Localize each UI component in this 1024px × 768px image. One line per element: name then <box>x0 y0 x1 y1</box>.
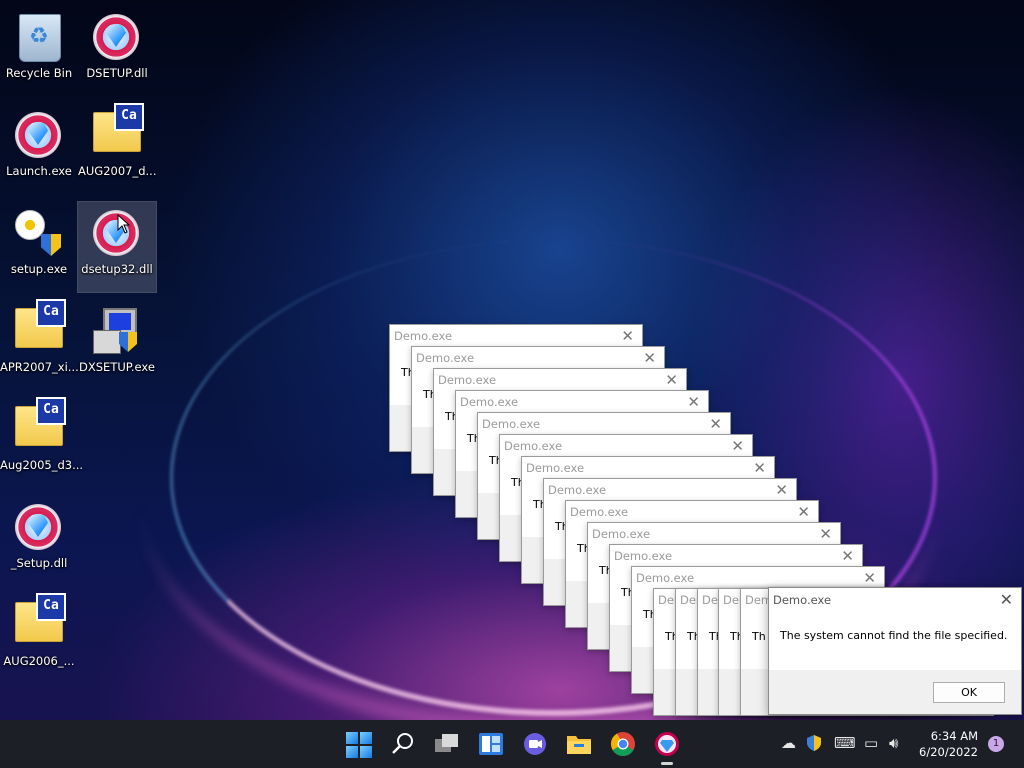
taskbar: ☁ ⌨ ▭ 🔊︎ 6:34 AM 6/20/2022 1 <box>0 720 1024 768</box>
error-dialog[interactable]: Demo.exe ✕ The system cannot find the fi… <box>768 587 1022 715</box>
clock-time: 6:34 AM <box>930 729 978 743</box>
desktop-icon-recycle-bin[interactable]: Recycle Bin <box>0 6 78 96</box>
dialog-message: The system cannot find the file specifie… <box>769 610 1021 670</box>
desktop-icon-dxsetup-exe[interactable]: DXSETUP.exe <box>78 300 156 390</box>
close-icon[interactable]: ✕ <box>643 349 656 367</box>
widgets-icon[interactable] <box>477 730 505 758</box>
desktop-icon-label: Aug2005_d3... <box>0 458 84 472</box>
folder-badge: Ca <box>114 103 144 131</box>
file-explorer-icon[interactable] <box>565 730 593 758</box>
dialog-title: Demo.exe <box>566 501 818 523</box>
network-icon[interactable]: ☁ <box>781 734 796 752</box>
dialog-title: Demo.exe <box>769 588 1021 610</box>
desktop-icon-label: Recycle Bin <box>5 66 73 80</box>
desktop-icon-launch-exe[interactable]: Launch.exe <box>0 104 78 194</box>
diamond-app-icon <box>15 504 63 552</box>
security-icon[interactable] <box>806 734 822 756</box>
task-view-icon[interactable] <box>433 730 461 758</box>
dialog-title: Demo.exe <box>390 325 642 347</box>
dialog-title: Demo.exe <box>434 369 686 391</box>
ok-button[interactable]: OK <box>933 682 1005 703</box>
desktop-icon-aug2006-folder[interactable]: Ca AUG2006_... <box>0 593 78 684</box>
close-icon[interactable]: ✕ <box>863 569 876 587</box>
desktop-icon-dsetup-dll[interactable]: DSETUP.dll <box>78 6 156 96</box>
chrome-icon[interactable] <box>609 730 637 758</box>
dialog-title: Demo.exe <box>610 545 862 567</box>
start-icon[interactable] <box>344 730 372 758</box>
clock[interactable]: 6:34 AM 6/20/2022 <box>919 728 978 760</box>
keyboard-icon[interactable]: ⌨ <box>834 734 856 752</box>
desktop-icon-aug2007-folder[interactable]: Ca AUG2007_d... <box>78 103 157 194</box>
folder-icon: Ca <box>15 593 66 650</box>
desktop-icon-apr2007-folder[interactable]: Ca APR2007_xi... <box>0 299 79 390</box>
desktop-icon-aug2005-folder[interactable]: Ca Aug2005_d3... <box>0 397 84 488</box>
clock-date: 6/20/2022 <box>919 745 978 759</box>
close-icon[interactable]: ✕ <box>665 371 678 389</box>
desktop-icon-label: AUG2007_d... <box>78 164 157 178</box>
dialog-title: Demo.exe <box>500 435 752 457</box>
dialog-title: Demo.exe <box>478 413 730 435</box>
close-icon[interactable]: ✕ <box>709 415 722 433</box>
desktop-icon-label: DXSETUP.exe <box>79 360 155 374</box>
desktop-icon-label: dsetup32.dll <box>81 262 153 276</box>
notification-badge[interactable]: 1 <box>988 736 1004 752</box>
setup-flower-icon <box>15 210 63 258</box>
volume-icon[interactable]: 🔊︎ <box>889 734 898 752</box>
computer-setup-icon <box>93 308 141 356</box>
desktop-icon-label: DSETUP.dll <box>86 66 148 80</box>
desktop-icon-setup-dll[interactable]: _Setup.dll <box>0 496 78 586</box>
close-icon[interactable]: ✕ <box>841 547 854 565</box>
desktop-icon-label: setup.exe <box>10 262 68 276</box>
dialog-title: Demo.exe <box>522 457 774 479</box>
dialog-title: Demo.exe <box>412 347 664 369</box>
display-icon[interactable]: ▭ <box>864 734 878 752</box>
close-icon[interactable]: ✕ <box>797 503 810 521</box>
dialog-title: Demo.exe <box>632 567 884 589</box>
diamond-app-icon <box>15 112 63 160</box>
folder-icon: Ca <box>93 103 144 160</box>
close-icon[interactable]: ✕ <box>775 481 788 499</box>
desktop-icon-setup-exe[interactable]: setup.exe <box>0 202 78 292</box>
diamond-app-icon <box>93 14 141 62</box>
dialog-title: Demo.exe <box>544 479 796 501</box>
folder-icon: Ca <box>15 299 66 356</box>
folder-badge: Ca <box>36 299 66 327</box>
dialog-title: Demo.exe <box>456 391 708 413</box>
chat-icon[interactable] <box>521 730 549 758</box>
close-icon[interactable]: ✕ <box>819 525 832 543</box>
close-icon[interactable]: ✕ <box>687 393 700 411</box>
folder-badge: Ca <box>36 397 66 425</box>
desktop-icon-label: _Setup.dll <box>10 556 68 570</box>
recycle-bin-icon <box>15 14 63 62</box>
close-icon[interactable]: ✕ <box>753 459 766 477</box>
desktop-icon-label: AUG2006_... <box>3 654 75 668</box>
close-icon[interactable]: ✕ <box>1000 590 1013 609</box>
desktop-icon-label: Launch.exe <box>6 164 72 178</box>
close-icon[interactable]: ✕ <box>731 437 744 455</box>
dialog-title: Demo.exe <box>588 523 840 545</box>
folder-icon: Ca <box>15 397 66 454</box>
close-icon[interactable]: ✕ <box>621 327 634 345</box>
desktop-icon-label: APR2007_xi... <box>0 360 79 374</box>
demo-app-icon[interactable] <box>653 730 681 765</box>
search-icon[interactable] <box>389 730 417 758</box>
folder-badge: Ca <box>36 593 66 621</box>
